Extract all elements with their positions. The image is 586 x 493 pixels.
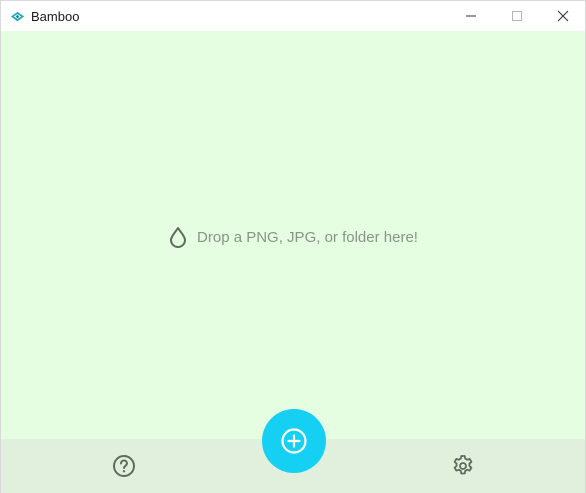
close-button[interactable] [540, 1, 586, 31]
add-files-button[interactable] [262, 409, 326, 473]
drop-hint: Drop a PNG, JPG, or folder here! [1, 224, 585, 250]
droplet-icon [170, 227, 187, 248]
drop-zone[interactable]: Drop a PNG, JPG, or folder here! [1, 31, 585, 439]
drop-hint-text: Drop a PNG, JPG, or folder here! [197, 228, 418, 246]
minimize-button[interactable] [448, 1, 494, 31]
title-bar[interactable]: Bamboo [1, 1, 585, 31]
close-icon [557, 10, 569, 22]
plus-circle-icon [281, 428, 307, 454]
maximize-icon [512, 11, 522, 21]
help-button[interactable] [109, 451, 139, 481]
settings-button[interactable] [448, 451, 478, 481]
bamboo-logo-icon [10, 11, 25, 22]
app-window: Bamboo Drop a PNG, JPG, or folder here! [0, 0, 586, 493]
help-circle-icon [113, 455, 135, 477]
window-title: Bamboo [31, 9, 80, 24]
minimize-icon [466, 15, 476, 17]
gear-icon [453, 455, 473, 475]
maximize-button[interactable] [494, 1, 540, 31]
